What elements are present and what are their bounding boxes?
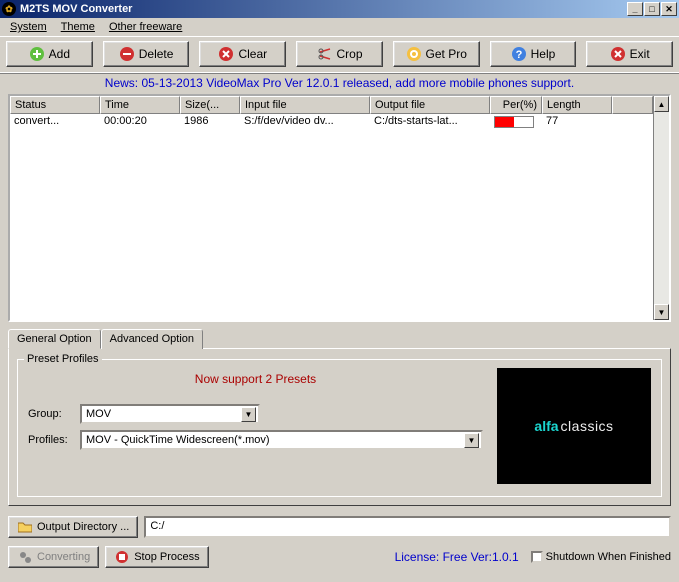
help-icon: ? <box>511 46 527 62</box>
profiles-value: MOV - QuickTime Widescreen(*.mov) <box>86 434 464 446</box>
crop-button[interactable]: Crop <box>296 41 383 67</box>
cell-size: 1986 <box>180 114 240 130</box>
general-panel: Preset Profiles Now support 2 Presets Gr… <box>8 348 671 506</box>
add-button[interactable]: Add <box>6 41 93 67</box>
preview-pane: alfaclassics <box>497 368 651 484</box>
output-directory-label: Output Directory ... <box>37 521 129 533</box>
scroll-down-icon[interactable]: ▼ <box>654 304 669 320</box>
stop-process-button[interactable]: Stop Process <box>105 546 208 568</box>
getpro-button[interactable]: Get Pro <box>393 41 480 67</box>
app-icon: ✿ <box>2 2 16 16</box>
vertical-scrollbar[interactable]: ▲ ▼ <box>653 96 669 320</box>
progress-bar <box>494 116 534 128</box>
group-combo[interactable]: MOV ▼ <box>80 404 260 424</box>
preview-brand1: alfa <box>534 418 558 434</box>
col-input[interactable]: Input file <box>240 96 370 114</box>
add-icon <box>29 46 45 62</box>
preset-profiles-fieldset: Preset Profiles Now support 2 Presets Gr… <box>17 359 662 497</box>
menubar: System Theme Other freeware <box>0 18 679 36</box>
col-spacer <box>612 96 653 114</box>
exit-button[interactable]: Exit <box>586 41 673 67</box>
help-label: Help <box>531 47 556 61</box>
output-row: Output Directory ... C:/ <box>8 512 671 542</box>
list-row[interactable]: convert... 00:00:20 1986 S:/f/dev/video … <box>10 114 653 130</box>
license-text: License: Free Ver:1.0.1 <box>215 550 525 564</box>
profiles-label: Profiles: <box>28 434 76 446</box>
preset-legend: Preset Profiles <box>24 353 102 365</box>
output-path-input[interactable]: C:/ <box>144 516 671 538</box>
window-title: M2TS MOV Converter <box>20 3 627 15</box>
maximize-button[interactable]: □ <box>644 2 660 16</box>
cell-time: 00:00:20 <box>100 114 180 130</box>
output-directory-button[interactable]: Output Directory ... <box>8 516 138 538</box>
progress-fill <box>495 117 514 127</box>
stop-process-label: Stop Process <box>134 551 199 563</box>
news-banner[interactable]: News: 05-13-2013 VideoMax Pro Ver 12.0.1… <box>0 74 679 94</box>
col-size[interactable]: Size(... <box>180 96 240 114</box>
clear-label: Clear <box>238 47 267 61</box>
clear-icon <box>218 46 234 62</box>
list-header: Status Time Size(... Input file Output f… <box>10 96 653 114</box>
file-list: Status Time Size(... Input file Output f… <box>8 94 671 322</box>
exit-label: Exit <box>630 47 650 61</box>
tab-advanced[interactable]: Advanced Option <box>101 329 203 349</box>
svg-text:?: ? <box>515 49 522 61</box>
delete-button[interactable]: Delete <box>103 41 190 67</box>
exit-icon <box>610 46 626 62</box>
cell-output: C:/dts-starts-lat... <box>370 114 490 130</box>
help-button[interactable]: ? Help <box>490 41 577 67</box>
crop-label: Crop <box>337 47 363 61</box>
group-label: Group: <box>28 408 76 420</box>
cell-input: S:/f/dev/video dv... <box>240 114 370 130</box>
shutdown-checkbox[interactable] <box>531 551 543 563</box>
tab-general[interactable]: General Option <box>8 329 101 349</box>
cell-status: convert... <box>10 114 100 130</box>
col-per[interactable]: Per(%) <box>490 96 542 114</box>
preview-brand2: classics <box>561 418 614 434</box>
toolbar: Add Delete Clear Crop Get Pro ? Help Exi… <box>0 36 679 74</box>
delete-icon <box>119 46 135 62</box>
profiles-combo[interactable]: MOV - QuickTime Widescreen(*.mov) ▼ <box>80 430 483 450</box>
add-label: Add <box>49 47 70 61</box>
group-value: MOV <box>86 408 241 420</box>
crop-icon <box>317 46 333 62</box>
converting-label: Converting <box>37 551 90 563</box>
close-button[interactable]: ✕ <box>661 2 677 16</box>
col-status[interactable]: Status <box>10 96 100 114</box>
minimize-button[interactable]: _ <box>627 2 643 16</box>
scroll-track[interactable] <box>654 112 669 304</box>
status-bar: Converting Stop Process License: Free Ve… <box>8 542 671 568</box>
gears-icon <box>17 549 33 565</box>
getpro-icon <box>406 46 422 62</box>
getpro-label: Get Pro <box>426 47 467 61</box>
option-tabs: General Option Advanced Option <box>8 329 671 349</box>
shutdown-label: Shutdown When Finished <box>546 551 671 563</box>
titlebar: ✿ M2TS MOV Converter _ □ ✕ <box>0 0 679 18</box>
folder-icon <box>17 519 33 535</box>
menu-system[interactable]: System <box>4 20 53 34</box>
converting-button[interactable]: Converting <box>8 546 99 568</box>
col-length[interactable]: Length <box>542 96 612 114</box>
menu-other-freeware[interactable]: Other freeware <box>103 20 188 34</box>
chevron-down-icon: ▼ <box>464 433 479 448</box>
chevron-down-icon: ▼ <box>241 407 256 422</box>
delete-label: Delete <box>139 47 174 61</box>
col-output[interactable]: Output file <box>370 96 490 114</box>
cell-length: 77 <box>542 114 612 130</box>
cell-per <box>490 114 542 130</box>
clear-button[interactable]: Clear <box>199 41 286 67</box>
col-time[interactable]: Time <box>100 96 180 114</box>
menu-theme[interactable]: Theme <box>55 20 101 34</box>
stop-icon <box>114 549 130 565</box>
preset-support-text: Now support 2 Presets <box>28 372 483 386</box>
shutdown-checkbox-wrap[interactable]: Shutdown When Finished <box>531 551 671 563</box>
scroll-up-icon[interactable]: ▲ <box>654 96 669 112</box>
